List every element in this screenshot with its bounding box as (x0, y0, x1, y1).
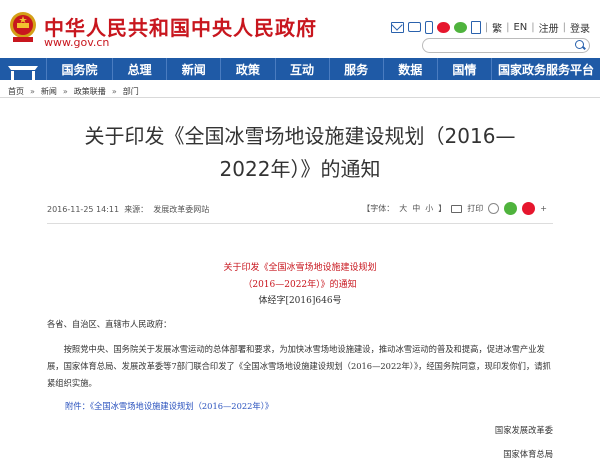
article-title: 关于印发《全国冰雪场地设施建设规划（2016—2022年）》的通知 (84, 124, 516, 181)
share-icon[interactable] (488, 203, 500, 214)
main-nav: 国务院 总理 新闻 政策 互动 服务 数据 国情 国家政务服务平台 (0, 58, 600, 80)
nav-item-premier[interactable]: 总理 (112, 58, 166, 80)
wechat-share-icon[interactable] (504, 202, 518, 215)
gate-icon (8, 66, 38, 80)
nav-item-interaction[interactable]: 互动 (274, 58, 329, 80)
app-icon[interactable] (470, 20, 481, 34)
breadcrumb-policy-broadcast[interactable]: 政策联播 (74, 86, 106, 97)
print-icon[interactable] (451, 204, 463, 213)
document-title-line2: （2016—2022年）》的通知 (243, 280, 357, 290)
font-size-close: 】 (438, 204, 447, 213)
mail-icon[interactable] (390, 21, 404, 33)
breadcrumb: 首页 » 新闻 » 政策联播 » 部门 (8, 86, 139, 97)
font-small-button[interactable]: 小 (425, 203, 433, 214)
font-size-label: 【字体： (362, 204, 395, 213)
wechat-icon[interactable] (453, 21, 467, 33)
salutation: 各省、自治区、直辖市人民政府： (47, 319, 172, 329)
search-input[interactable] (422, 38, 590, 53)
weibo-icon[interactable] (436, 21, 450, 33)
breadcrumb-home[interactable]: 首页 (8, 86, 24, 97)
print-button[interactable]: 打印 (467, 203, 483, 214)
article-meta: 2016-11-25 14:11 来源： 发展改革委网站 【字体： 大 中 小 … (47, 202, 547, 216)
tv-icon[interactable] (407, 22, 421, 32)
font-medium-button[interactable]: 中 (412, 203, 420, 214)
divider (0, 97, 600, 98)
plus-icon[interactable]: + (540, 204, 547, 213)
attachment-link[interactable]: 附件：《全国冰雪场地设施建设规划（2016—2022年）》 (65, 398, 273, 415)
register-link[interactable]: 注册 (539, 20, 559, 35)
document-title-line1: 关于印发《全国冰雪场地设施建设规划 (223, 263, 377, 273)
phone-icon[interactable] (424, 20, 433, 34)
nav-item-policy[interactable]: 政策 (220, 58, 274, 80)
nav-item-service-platform[interactable]: 国家政务服务平台 (491, 58, 600, 80)
nav-item-service[interactable]: 服务 (328, 58, 383, 80)
weibo-share-icon[interactable] (522, 202, 536, 215)
traditional-chinese-link[interactable]: 繁 (492, 20, 502, 35)
national-emblem-icon[interactable] (8, 10, 38, 44)
login-link[interactable]: 登录 (570, 20, 590, 35)
nav-item-state-council[interactable]: 国务院 (46, 58, 112, 80)
body-paragraph: 按照党中央、国务院关于发展冰雪运动的总体部署和要求，为加快冰雪场地设施建设，推动… (47, 344, 551, 388)
english-link[interactable]: EN (513, 22, 527, 33)
font-large-button[interactable]: 大 (399, 203, 407, 214)
nav-item-data[interactable]: 数据 (382, 58, 437, 80)
nav-item-national-info[interactable]: 国情 (436, 58, 491, 80)
nav-item-news[interactable]: 新闻 (166, 58, 220, 80)
publish-date: 2016-11-25 14:11 (47, 205, 120, 214)
site-domain: www.gov.cn (44, 36, 110, 49)
breadcrumb-news[interactable]: 新闻 (41, 86, 57, 97)
source-label: 来源： (124, 205, 149, 214)
breadcrumb-department[interactable]: 部门 (123, 86, 139, 97)
site-header: 中华人民共和国中央人民政府 www.gov.cn | 繁 | EN | 注册 |… (0, 0, 600, 58)
tiananmen-logo[interactable] (0, 58, 46, 80)
signer-sport-general-admin: 国家体育总局 (503, 449, 553, 459)
divider (47, 223, 553, 224)
document-title: 关于印发《全国冰雪场地设施建设规划 （2016—2022年）》的通知 (150, 260, 450, 294)
source-name: 发展改革委网站 (153, 205, 210, 214)
search-icon[interactable] (575, 40, 584, 49)
document-number: 体经字[2016]646号 (258, 296, 342, 306)
top-links: | 繁 | EN | 注册 | 登录 (390, 19, 590, 35)
signer-ndrc: 国家发展改革委 (494, 425, 553, 435)
